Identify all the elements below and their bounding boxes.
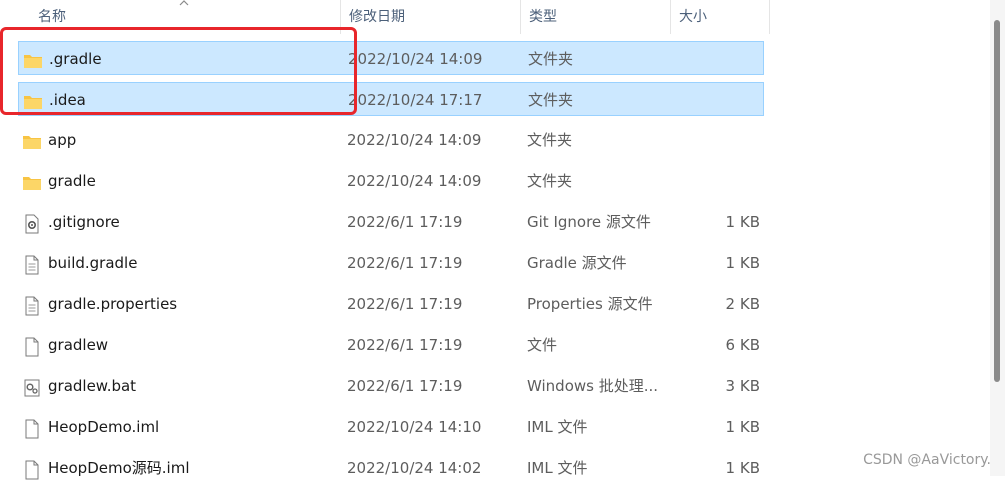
file-row[interactable]: gradle.properties 2022/6/1 17:19 Propertie… [18, 287, 764, 321]
file-row[interactable]: app 2022/10/24 14:09 文件夹 [18, 123, 764, 157]
file-name: gradlew [48, 336, 109, 354]
text-file-icon [22, 253, 42, 275]
watermark: CSDN @AaVictory. [863, 452, 991, 468]
file-size: 2 KB [725, 295, 760, 313]
file-size: 1 KB [725, 459, 760, 477]
file-size: 6 KB [725, 336, 760, 354]
red-annotation-box [0, 27, 357, 115]
file-type: IML 文件 [527, 418, 588, 436]
settings-file-icon [22, 212, 42, 234]
file-name: build.gradle [48, 254, 138, 272]
folder-icon [22, 171, 42, 191]
file-date: 2022/10/24 14:09 [347, 131, 482, 149]
file-name: gradle [48, 172, 96, 190]
file-type: 文件夹 [528, 91, 574, 109]
file-type: 文件夹 [527, 131, 573, 149]
file-name: gradlew.bat [48, 377, 137, 395]
file-size: 3 KB [725, 377, 760, 395]
column-header-type[interactable]: 类型 [520, 0, 670, 34]
file-type: 文件夹 [528, 50, 574, 68]
file-type: Git Ignore 源文件 [527, 213, 651, 231]
batch-file-icon [22, 376, 42, 397]
file-date: 2022/6/1 17:19 [347, 336, 463, 354]
file-name: gradle.properties [48, 295, 178, 313]
file-name: app [48, 131, 77, 149]
file-date: 2022/6/1 17:19 [347, 213, 463, 231]
text-file-icon [22, 294, 42, 316]
file-date: 2022/6/1 17:19 [347, 295, 463, 313]
file-type: Windows 批处理... [527, 377, 659, 395]
folder-icon [22, 130, 42, 150]
file-date: 2022/10/24 14:09 [347, 172, 482, 190]
vertical-scrollbar[interactable] [990, 0, 1005, 476]
file-type: 文件 [527, 336, 558, 354]
file-size: 1 KB [725, 418, 760, 436]
file-date: 2022/10/24 17:17 [348, 91, 483, 109]
file-type: IML 文件 [527, 459, 588, 477]
scrollbar-thumb[interactable] [994, 20, 1000, 382]
file-row[interactable]: HeopDemo.iml 2022/10/24 14:10 IML 文件 1 KB [18, 410, 764, 444]
file-row[interactable]: .gitignore 2022/6/1 17:19 Git Ignore 源文件 1 … [18, 205, 764, 239]
file-name: HeopDemo源码.iml [48, 459, 190, 477]
file-date: 2022/6/1 17:19 [347, 254, 463, 272]
file-date: 2022/10/24 14:10 [347, 418, 482, 436]
file-row[interactable]: gradlew.bat 2022/6/1 17:19 Windows 批处理... 3… [18, 369, 764, 403]
blank-file-icon [22, 335, 42, 357]
file-type: 文件夹 [527, 172, 573, 190]
file-type: Properties 源文件 [527, 295, 653, 313]
file-date: 2022/10/24 14:09 [348, 50, 483, 68]
file-name: .gitignore [48, 213, 120, 231]
blank-file-icon [22, 417, 42, 439]
file-row[interactable]: HeopDemo源码.iml 2022/10/24 14:02 IML 文件 1 KB [18, 451, 764, 485]
column-header-size[interactable]: 大小 [670, 0, 770, 34]
file-row[interactable]: build.gradle 2022/6/1 17:19 Gradle 源文件 1 KB [18, 246, 764, 280]
blank-file-icon [22, 458, 42, 480]
file-date: 2022/10/24 14:02 [347, 459, 482, 477]
file-row[interactable]: gradle 2022/10/24 14:09 文件夹 [18, 164, 764, 198]
file-row[interactable]: gradlew 2022/6/1 17:19 文件 6 KB [18, 328, 764, 362]
file-type: Gradle 源文件 [527, 254, 627, 272]
column-header-date[interactable]: 修改日期 [340, 0, 520, 34]
file-size: 1 KB [725, 213, 760, 231]
file-size: 1 KB [725, 254, 760, 272]
file-date: 2022/6/1 17:19 [347, 377, 463, 395]
file-name: HeopDemo.iml [48, 418, 160, 436]
